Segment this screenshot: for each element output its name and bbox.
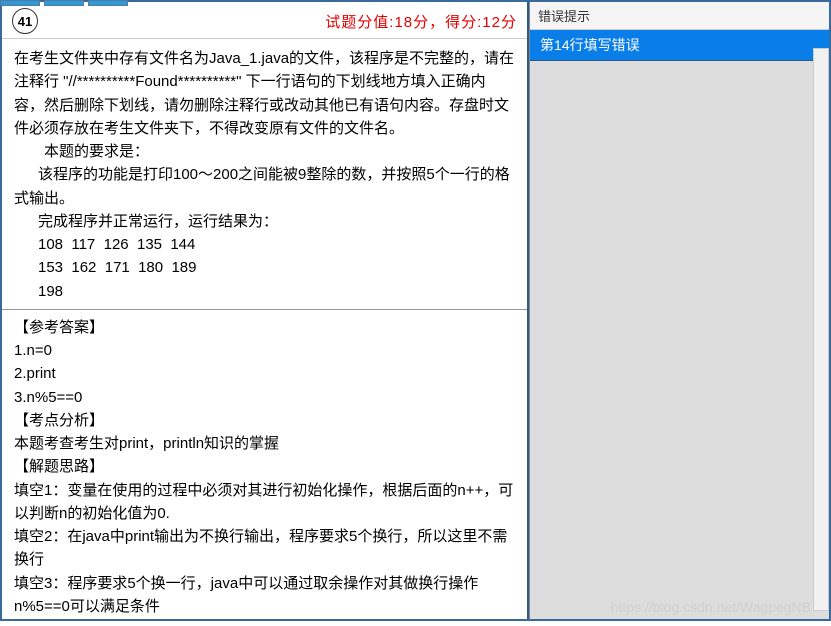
- question-number-badge: 41: [12, 8, 38, 34]
- point-analysis-title: 【考点分析】: [14, 409, 515, 432]
- solution-3: 填空3：程序要求5个换一行，java中可以通过取余操作对其做换行操作n%5==0…: [14, 572, 515, 619]
- right-panel: 错误提示 第14行填写错误: [529, 2, 829, 619]
- scrollbar[interactable]: [813, 48, 829, 611]
- output-line-3: 198: [14, 280, 515, 303]
- question-description: 在考生文件夹中存有文件名为Java_1.java的文件，该程序是不完整的，请在注…: [14, 50, 514, 137]
- requirement-body: 该程序的功能是打印100～200之间能被9整除的数，并按照5个一行的格式输出。: [14, 163, 515, 210]
- left-panel: 41 试题分值:18分，得分:12分 在考生文件夹中存有文件名为Java_1.j…: [2, 2, 529, 619]
- error-hint-header: 错误提示: [530, 2, 829, 30]
- output-line-1: 108 117 126 135 144: [14, 233, 515, 256]
- question-header: 41 试题分值:18分，得分:12分: [2, 2, 527, 39]
- question-number: 41: [18, 14, 32, 29]
- answer-3: 3.n%5==0: [14, 386, 515, 409]
- run-result-label: 完成程序并正常运行，运行结果为：: [14, 210, 515, 233]
- tab-2[interactable]: [44, 0, 84, 6]
- watermark: https://blog.csdn.net/WagpegNB: [611, 599, 811, 615]
- score-text: 试题分值:18分，得分:12分: [325, 11, 517, 32]
- error-item-1[interactable]: 第14行填写错误: [530, 30, 829, 61]
- output-line-2: 153 162 171 180 189: [14, 256, 515, 279]
- main-container: 41 试题分值:18分，得分:12分 在考生文件夹中存有文件名为Java_1.j…: [0, 0, 831, 621]
- answer-section: 【参考答案】 1.n=0 2.print 3.n%5==0 【考点分析】 本题考…: [2, 310, 527, 626]
- question-body: 在考生文件夹中存有文件名为Java_1.java的文件，该程序是不完整的，请在注…: [2, 39, 527, 310]
- error-list-body: [530, 61, 829, 619]
- reference-answer-title: 【参考答案】: [14, 316, 515, 339]
- requirement-title: 本题的要求是：: [14, 140, 515, 163]
- solution-1: 填空1：变量在使用的过程中必须对其进行初始化操作，根据后面的n++，可以判断n的…: [14, 479, 515, 526]
- tab-1[interactable]: [0, 0, 40, 6]
- answer-1: 1.n=0: [14, 339, 515, 362]
- point-analysis-body: 本题考查考生对print，println知识的掌握: [14, 432, 515, 455]
- tab-3[interactable]: [88, 0, 128, 6]
- solution-title: 【解题思路】: [14, 455, 515, 478]
- answer-2: 2.print: [14, 362, 515, 385]
- solution-2: 填空2：在java中print输出为不换行输出，程序要求5个换行，所以这里不需换…: [14, 525, 515, 572]
